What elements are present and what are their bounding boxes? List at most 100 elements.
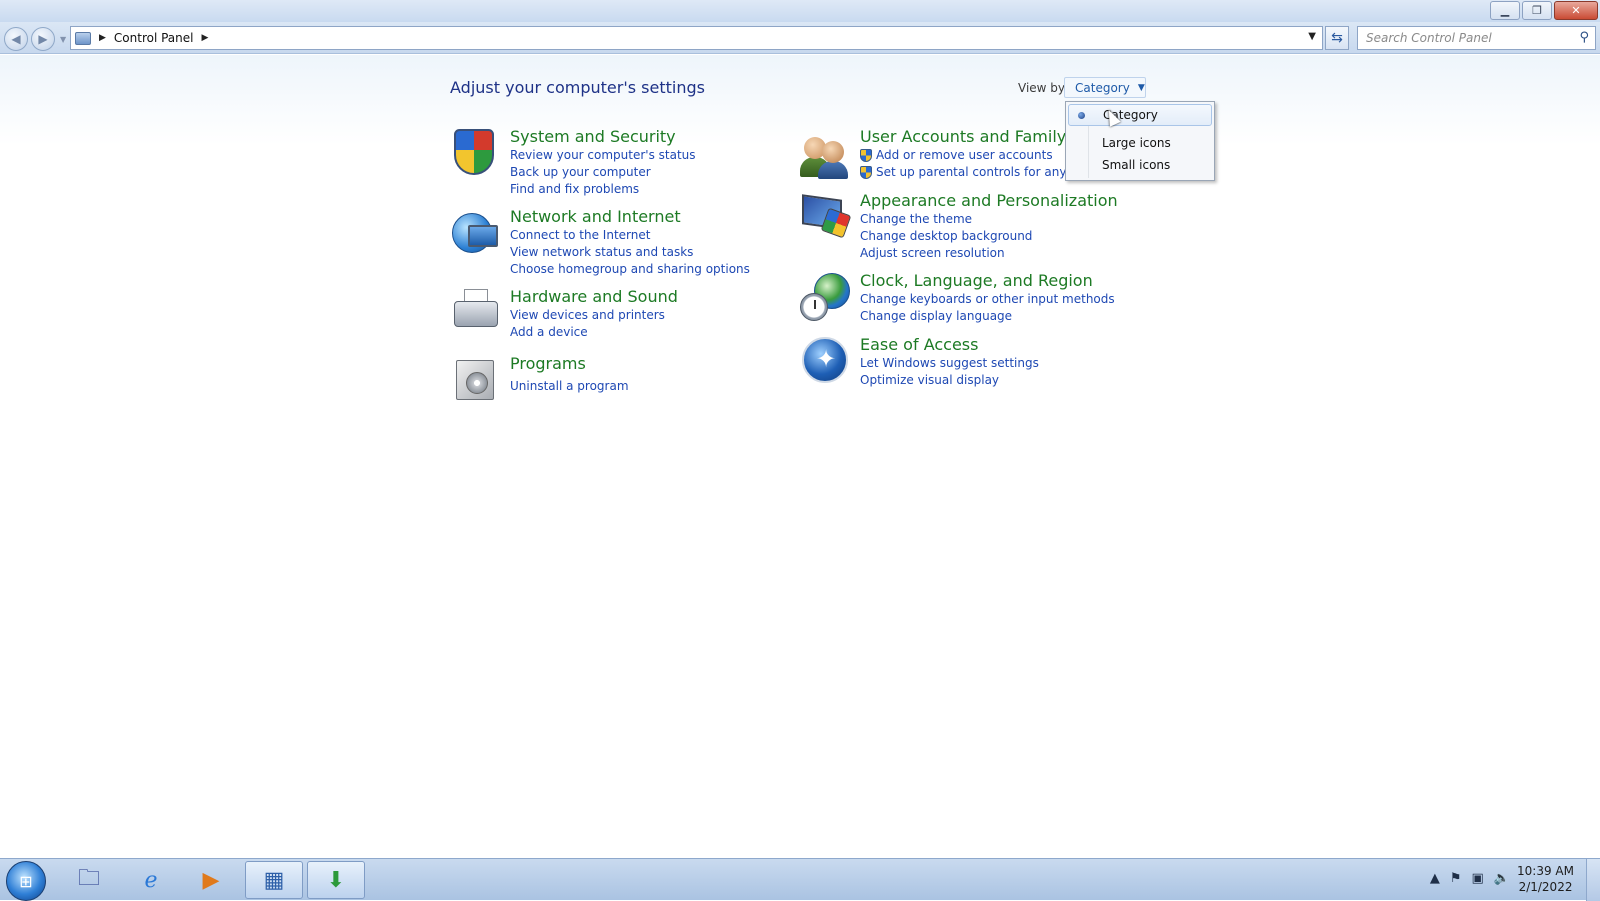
task-link-label: Set up parental controls for any use	[876, 165, 1092, 179]
category-title[interactable]: Network and Internet	[510, 207, 750, 227]
category-network-and-internet: Network and Internet Connect to the Inte…	[450, 207, 750, 278]
task-link[interactable]: Set up parental controls for any use	[860, 164, 1097, 181]
control-panel-content: Adjust your computer's settings View by:…	[0, 55, 1600, 858]
task-link[interactable]: Connect to the Internet	[510, 227, 750, 244]
taskbar-control-panel[interactable]: ▦	[245, 861, 303, 899]
task-link[interactable]: Find and fix problems	[510, 181, 696, 198]
category-title[interactable]: Programs	[510, 354, 629, 374]
breadcrumb-chevron-icon[interactable]: ▶	[202, 33, 209, 43]
search-box[interactable]: ⚲	[1357, 26, 1596, 50]
task-link[interactable]: View devices and printers	[510, 307, 678, 324]
windows-logo-icon: ⊞	[19, 871, 33, 891]
view-by-selected: Category	[1075, 80, 1130, 95]
action-center-flag-icon[interactable]: ⚑	[1450, 871, 1462, 886]
category-user-accounts: User Accounts and Family Saf Add or remo…	[800, 127, 1097, 181]
task-link[interactable]: Add or remove user accounts	[860, 147, 1097, 164]
clock-date: 2/1/2022	[1518, 880, 1573, 894]
ease-of-access-icon[interactable]	[800, 335, 852, 387]
task-link[interactable]: Optimize visual display	[860, 372, 1039, 389]
taskbar-file-explorer[interactable]: 🗀	[60, 861, 118, 899]
view-by-menu: Category Large icons Small icons	[1065, 101, 1215, 181]
task-link[interactable]: Uninstall a program	[510, 378, 629, 395]
network-icon[interactable]: ▣	[1472, 871, 1484, 886]
taskbar-clock[interactable]: 10:39 AM 2/1/2022	[1517, 863, 1574, 895]
menu-item-small-icons[interactable]: Small icons	[1068, 154, 1212, 176]
address-bar[interactable]: ▶ Control Panel ▶ ▼	[70, 26, 1323, 50]
breadcrumb-chevron-icon[interactable]: ▶	[99, 33, 106, 43]
minimize-button[interactable]: ▁	[1490, 1, 1520, 20]
task-link[interactable]: Review your computer's status	[510, 147, 696, 164]
shield-icon[interactable]	[450, 127, 502, 179]
address-history-dropdown-icon[interactable]: ▼	[1308, 31, 1316, 42]
back-icon: ◀	[11, 32, 21, 46]
uac-shield-icon	[860, 166, 872, 179]
task-link[interactable]: Back up your computer	[510, 164, 696, 181]
category-programs: Programs Uninstall a program	[450, 354, 629, 406]
restore-button[interactable]: ❐	[1522, 1, 1552, 20]
view-by-label: View by:	[1018, 81, 1069, 95]
search-input[interactable]	[1364, 30, 1564, 46]
internet-explorer-icon: ℯ	[144, 867, 158, 893]
page-title: Adjust your computer's settings	[450, 78, 705, 97]
category-title[interactable]: User Accounts and Family Saf	[860, 127, 1097, 147]
category-title[interactable]: Appearance and Personalization	[860, 191, 1118, 211]
menu-item-category[interactable]: Category	[1068, 104, 1212, 126]
taskbar: ⊞ 🗀 ℯ ▶ ▦ ⬇ ▲ ⚑ ▣ 🔈 10:39 AM 2/1/2022	[0, 858, 1600, 901]
view-by-dropdown[interactable]: Category ▼	[1064, 77, 1146, 98]
task-link[interactable]: Change keyboards or other input methods	[860, 291, 1115, 308]
close-icon: ✕	[1571, 4, 1581, 17]
clock-time: 10:39 AM	[1517, 864, 1574, 878]
programs-box-icon[interactable]	[450, 354, 502, 406]
taskbar-media-player[interactable]: ▶	[182, 861, 240, 899]
category-system-and-security: System and Security Review your computer…	[450, 127, 696, 198]
breadcrumb-control-panel[interactable]: Control Panel	[114, 31, 194, 45]
close-button[interactable]: ✕	[1554, 1, 1598, 20]
task-link[interactable]: Change desktop background	[860, 228, 1118, 245]
task-link[interactable]: Change the theme	[860, 211, 1118, 228]
show-hidden-icons-icon[interactable]: ▲	[1430, 871, 1440, 886]
radio-bullet-icon	[1078, 112, 1085, 119]
category-clock-language-region: Clock, Language, and Region Change keybo…	[800, 271, 1115, 325]
clock-globe-icon[interactable]	[800, 271, 852, 323]
category-title[interactable]: System and Security	[510, 127, 696, 147]
refresh-button[interactable]: ⇆	[1325, 26, 1349, 50]
taskbar-download-app[interactable]: ⬇	[307, 861, 365, 899]
menu-item-label: Large icons	[1102, 136, 1171, 150]
forward-button[interactable]: ▶	[31, 27, 55, 51]
category-ease-of-access: Ease of Access Let Windows suggest setti…	[800, 335, 1039, 389]
category-title[interactable]: Hardware and Sound	[510, 287, 678, 307]
forward-icon: ▶	[38, 32, 48, 46]
printer-icon[interactable]	[450, 287, 502, 339]
task-link[interactable]: Adjust screen resolution	[860, 245, 1118, 262]
start-button[interactable]: ⊞	[6, 861, 46, 901]
file-explorer-icon: 🗀	[77, 866, 100, 891]
show-desktop-button[interactable]	[1586, 859, 1600, 901]
category-title[interactable]: Clock, Language, and Region	[860, 271, 1115, 291]
task-link-label: Add or remove user accounts	[876, 148, 1053, 162]
chevron-down-icon: ▼	[1137, 82, 1145, 93]
control-panel-address-icon	[75, 31, 91, 45]
media-player-icon: ▶	[202, 867, 220, 893]
task-link[interactable]: Add a device	[510, 324, 678, 341]
task-link[interactable]: Let Windows suggest settings	[860, 355, 1039, 372]
task-link[interactable]: View network status and tasks	[510, 244, 750, 261]
volume-muted-icon[interactable]: 🔈	[1494, 871, 1510, 886]
recent-pages-dropdown[interactable]: ▼	[60, 35, 66, 44]
window-controls: ▁ ❐ ✕	[1490, 1, 1598, 20]
taskbar-internet-explorer[interactable]: ℯ	[122, 861, 180, 899]
users-icon[interactable]	[800, 127, 852, 179]
network-globe-icon[interactable]	[450, 207, 502, 259]
back-button[interactable]: ◀	[4, 27, 28, 51]
menu-item-label: Small icons	[1102, 158, 1171, 172]
search-icon[interactable]: ⚲	[1579, 30, 1589, 45]
task-link[interactable]: Change display language	[860, 308, 1115, 325]
appearance-icon[interactable]	[800, 191, 852, 243]
task-link[interactable]: Choose homegroup and sharing options	[510, 261, 750, 278]
category-title[interactable]: Ease of Access	[860, 335, 1039, 355]
category-hardware-and-sound: Hardware and Sound View devices and prin…	[450, 287, 678, 341]
system-tray: ▲ ⚑ ▣ 🔈	[1430, 871, 1510, 886]
menu-item-large-icons[interactable]: Large icons	[1068, 132, 1212, 154]
uac-shield-icon	[860, 149, 872, 162]
window-titlebar: ▁ ❐ ✕	[0, 0, 1600, 22]
restore-icon: ❐	[1532, 4, 1542, 17]
